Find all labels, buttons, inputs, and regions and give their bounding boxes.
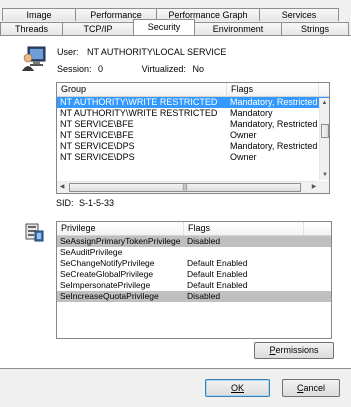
scrollbar-corner <box>318 181 329 193</box>
tab-threads[interactable]: Threads <box>0 22 63 35</box>
scroll-down-arrow-icon[interactable]: ▼ <box>320 170 329 180</box>
group-row[interactable]: NT SERVICE\DPS Owner <box>57 152 329 163</box>
tab-security[interactable]: Security <box>133 19 195 35</box>
tab-row-bottom: Threads TCP/IP Security Environment Stri… <box>0 19 349 35</box>
privilege-row[interactable]: SeChangeNotifyPrivilege Default Enabled <box>57 258 331 269</box>
privilege-name: SeCreateGlobalPrivilege <box>60 269 154 279</box>
privilege-name: SeAuditPrivilege <box>60 247 123 257</box>
groups-list[interactable]: Group Flags NT AUTHORITY\WRITE RESTRICTE… <box>56 82 330 194</box>
ok-button[interactable]: OK <box>205 379 270 397</box>
privilege-row[interactable]: SeCreateGlobalPrivilege Default Enabled <box>57 269 331 280</box>
privileges-list[interactable]: Privilege Flags SeAssignPrimaryTokenPriv… <box>56 221 332 339</box>
group-row[interactable]: NT SERVICE\BFE Owner <box>57 130 329 141</box>
privileges-header-flags[interactable]: Flags <box>184 222 304 235</box>
user-monitor-icon <box>22 46 46 71</box>
group-name: NT AUTHORITY\WRITE RESTRICTED <box>60 108 218 118</box>
cancel-label: ancel <box>303 383 325 393</box>
virtualized-label: Virtualized: <box>141 64 186 74</box>
privilege-flags: Disabled <box>187 291 221 301</box>
group-row[interactable]: NT SERVICE\DPS Mandatory, Restricted <box>57 141 329 152</box>
group-row[interactable]: NT SERVICE\BFE Mandatory, Restricted <box>57 119 329 130</box>
group-row[interactable]: NT AUTHORITY\WRITE RESTRICTED Mandatory, … <box>57 97 329 108</box>
groups-vscroll-thumb[interactable] <box>321 124 329 138</box>
group-row[interactable]: NT AUTHORITY\WRITE RESTRICTED Mandatory <box>57 108 329 119</box>
privileges-header: Privilege Flags <box>57 222 331 236</box>
tab-environment[interactable]: Environment <box>194 22 282 35</box>
permissions-button[interactable]: Permissions <box>254 342 334 359</box>
privilege-name: SeIncreaseQuotaPrivilege <box>60 291 159 301</box>
group-flags: Mandatory, Restricted <box>230 97 318 107</box>
permissions-label: ermissions <box>275 345 319 355</box>
privilege-name: SeImpersonatePrivilege <box>60 280 151 290</box>
user-line: User: NT AUTHORITY\LOCAL SERVICE <box>57 47 226 57</box>
groups-vertical-scrollbar[interactable]: ▲ ▼ <box>319 98 329 180</box>
sid-label: SID: <box>56 198 74 208</box>
privilege-row[interactable]: SeAssignPrimaryTokenPrivilege Disabled <box>57 236 331 247</box>
user-label: User: <box>57 47 79 57</box>
privilege-flags: Default Enabled <box>187 258 248 268</box>
privilege-name: SeAssignPrimaryTokenPrivilege <box>60 236 181 246</box>
cancel-button[interactable]: Cancel <box>282 379 340 397</box>
privilege-row[interactable]: SeAuditPrivilege <box>57 247 331 258</box>
privilege-row[interactable]: SeImpersonatePrivilege Default Enabled <box>57 280 331 291</box>
group-flags: Mandatory, Restricted <box>230 141 318 151</box>
group-flags: Mandatory, Restricted <box>230 119 318 129</box>
groups-header: Group Flags <box>57 83 329 97</box>
privileges-header-privilege[interactable]: Privilege <box>57 222 184 235</box>
group-flags: Owner <box>230 152 257 162</box>
group-name: NT SERVICE\DPS <box>60 152 135 162</box>
groups-horizontal-scrollbar[interactable]: ◀ ||| ▶ <box>57 181 319 193</box>
groups-header-group[interactable]: Group <box>57 83 227 96</box>
privilege-shield-icon <box>25 223 44 242</box>
privilege-flags: Default Enabled <box>187 269 248 279</box>
group-flags: Owner <box>230 130 257 140</box>
virtualized-value: No <box>192 64 204 74</box>
groups-header-flags[interactable]: Flags <box>227 83 319 96</box>
session-label: Session: <box>57 64 92 74</box>
privilege-row[interactable]: SeIncreaseQuotaPrivilege Disabled <box>57 291 331 302</box>
user-value: NT AUTHORITY\LOCAL SERVICE <box>87 47 227 57</box>
privilege-flags: Disabled <box>187 236 221 246</box>
privilege-name: SeChangeNotifyPrivilege <box>60 258 155 268</box>
group-name: NT SERVICE\BFE <box>60 130 134 140</box>
scroll-left-arrow-icon[interactable]: ◀ <box>57 182 67 193</box>
privilege-flags: Default Enabled <box>187 280 248 290</box>
ok-label: OK <box>230 383 244 393</box>
tab-strings[interactable]: Strings <box>281 22 349 35</box>
group-flags: Mandatory <box>230 108 273 118</box>
groups-hscroll-thumb[interactable]: ||| <box>69 183 301 192</box>
privileges-rows: SeAssignPrimaryTokenPrivilege Disabled SeA… <box>57 236 331 302</box>
scroll-up-arrow-icon[interactable]: ▲ <box>320 98 329 108</box>
session-value: 0 <box>98 64 104 74</box>
privilege-flags <box>184 247 304 258</box>
group-name: NT AUTHORITY\WRITE RESTRICTED <box>60 97 218 107</box>
groups-rows: NT AUTHORITY\WRITE RESTRICTED Mandatory, … <box>57 97 329 163</box>
sid-line: SID: S-1-5-33 <box>56 198 114 208</box>
tab-tcpip[interactable]: TCP/IP <box>62 22 134 35</box>
session-line: Session: 0 Virtualized: No <box>57 64 204 74</box>
group-name: NT SERVICE\BFE <box>60 119 134 129</box>
tab-services[interactable]: Services <box>259 8 339 21</box>
sid-value: S-1-5-33 <box>79 198 115 208</box>
group-name: NT SERVICE\DPS <box>60 141 135 151</box>
tab-image[interactable]: Image <box>2 8 76 21</box>
